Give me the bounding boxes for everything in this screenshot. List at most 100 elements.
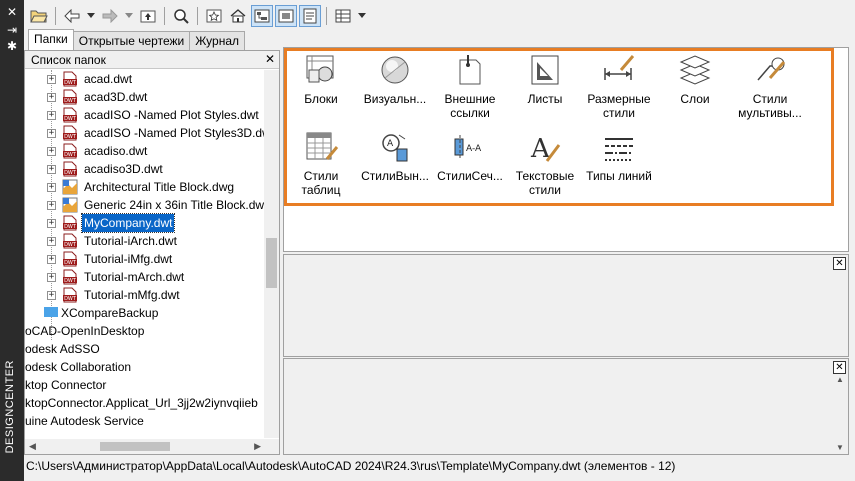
description-scrollbar[interactable]: ▲ ▼	[833, 359, 848, 454]
close-icon[interactable]: ✕	[833, 257, 846, 270]
tree-item[interactable]: + DWT acadISO -Named Plot Styles3D.dwt	[25, 124, 265, 142]
chevron-down-icon[interactable]	[356, 5, 368, 27]
tree-item[interactable]: + DWT acad.dwt	[25, 70, 265, 88]
content-item[interactable]: Размерные стили	[582, 52, 656, 120]
tree-item-label: acadiso3D.dwt	[84, 162, 163, 176]
scroll-left-icon[interactable]: ◀	[29, 439, 36, 454]
dwt-file-icon: DWT	[62, 287, 78, 303]
properties-icon[interactable]: ✱	[0, 38, 24, 54]
tree-item[interactable]: + DWT Tutorial-iArch.dwt	[25, 232, 265, 250]
folder-tree[interactable]: + DWT acad.dwt + DWT acad3D.dwt + DWT acadISO -N…	[25, 70, 265, 438]
tree-item[interactable]: odesk AdSSO	[25, 340, 265, 358]
chevron-down-icon[interactable]	[85, 5, 97, 27]
expand-icon[interactable]: +	[47, 201, 56, 210]
layouts-icon	[527, 52, 563, 88]
tree-item[interactable]: + DWT acad3D.dwt	[25, 88, 265, 106]
tab-history[interactable]: Журнал	[189, 31, 246, 50]
tree-item[interactable]: XCompareBackup	[25, 304, 265, 322]
tree-item[interactable]: + DWT acadiso.dwt	[25, 142, 265, 160]
expand-icon[interactable]: +	[47, 111, 56, 120]
expand-icon[interactable]: +	[47, 273, 56, 282]
content-item[interactable]: Типы линий	[582, 129, 656, 183]
expand-icon[interactable]: +	[47, 93, 56, 102]
content-item-label: Типы линий	[586, 169, 652, 183]
chevron-down-icon[interactable]	[123, 5, 135, 27]
views-icon[interactable]	[332, 5, 354, 27]
expand-icon[interactable]: +	[47, 75, 56, 84]
preview-icon[interactable]	[275, 5, 297, 27]
tree-item[interactable]: oCAD-OpenInDesktop	[25, 322, 265, 340]
tree-item[interactable]: + DWT Tutorial-mMfg.dwt	[25, 286, 265, 304]
dwt-file-icon: DWT	[62, 125, 78, 141]
expand-icon[interactable]: +	[47, 255, 56, 264]
autohide-icon[interactable]: ⇥	[0, 22, 24, 38]
close-icon[interactable]: ✕	[265, 52, 275, 66]
tree-item-label: Generic 24in x 36in Title Block.dwg	[84, 198, 265, 212]
home-icon[interactable]	[227, 5, 249, 27]
description-icon[interactable]	[299, 5, 321, 27]
tree-horizontal-scrollbar[interactable]: ◀ ▶	[25, 439, 265, 454]
content-item[interactable]: Листы	[508, 52, 582, 106]
tab-open-drawings[interactable]: Открытые чертежи	[72, 31, 191, 50]
content-item[interactable]: Стили мультивы...	[733, 52, 807, 120]
tree-item[interactable]: ktop Connector	[25, 376, 265, 394]
dwt-file-icon: DWT	[62, 233, 78, 249]
expand-icon[interactable]: +	[47, 147, 56, 156]
tree-item[interactable]: uine Autodesk Service	[25, 412, 265, 430]
scroll-up-icon[interactable]: ▲	[836, 375, 844, 384]
scroll-down-icon[interactable]: ▼	[836, 443, 844, 452]
dwt-file-icon: DWT	[62, 143, 78, 159]
expand-icon[interactable]: +	[47, 219, 56, 228]
expand-icon[interactable]: +	[47, 129, 56, 138]
content-item[interactable]: Внешние ссылки	[433, 52, 507, 120]
content-item[interactable]: A-A СтилиСеч...	[433, 129, 507, 183]
folder-open-icon[interactable]	[28, 5, 50, 27]
scrollbar-thumb[interactable]	[100, 442, 170, 451]
content-item-label: Слои	[680, 92, 710, 106]
dwg-file-icon	[62, 197, 78, 213]
arrow-right-icon[interactable]	[99, 5, 121, 27]
content-item-label: Листы	[527, 92, 563, 106]
tab-folders[interactable]: Папки	[28, 29, 74, 50]
tree-item[interactable]: + DWT Tutorial-mArch.dwt	[25, 268, 265, 286]
content-item[interactable]: A Текстовые стили	[508, 129, 582, 197]
dwt-file-icon: DWT	[62, 71, 78, 87]
tree-item[interactable]: + Architectural Title Block.dwg	[25, 178, 265, 196]
arrow-left-icon[interactable]	[61, 5, 83, 27]
tree-item[interactable]: + DWT acadiso3D.dwt	[25, 160, 265, 178]
content-item[interactable]: Блоки	[284, 52, 358, 106]
scroll-right-icon[interactable]: ▶	[254, 439, 261, 454]
scrollbar-thumb[interactable]	[266, 238, 277, 288]
svg-text:DWT: DWT	[64, 170, 77, 176]
tree-item[interactable]: + DWT acadISO -Named Plot Styles.dwt	[25, 106, 265, 124]
content-item[interactable]: Визуальн...	[358, 52, 432, 106]
tree-item[interactable]: ktopConnector.Applicat_Url_3jj2w2iynvqii…	[25, 394, 265, 412]
favorites-icon[interactable]	[203, 5, 225, 27]
tree-item[interactable]: + DWT MyCompany.dwt	[25, 213, 265, 233]
svg-text:DWT: DWT	[64, 134, 77, 140]
tree-item-label: ktop Connector	[25, 378, 107, 392]
content-item[interactable]: A СтилиВын...	[358, 129, 432, 183]
content-item-label: СтилиСеч...	[437, 169, 503, 183]
tree-item[interactable]: + DWT Tutorial-iMfg.dwt	[25, 250, 265, 268]
close-icon[interactable]: ✕	[0, 4, 24, 20]
tab-bar: Папки Открытые чертежи Журнал	[28, 29, 246, 50]
tree-vertical-scrollbar[interactable]	[264, 70, 279, 438]
content-item[interactable]: Стили таблиц	[284, 129, 358, 197]
expand-icon[interactable]: +	[47, 291, 56, 300]
scrollbar-corner	[264, 439, 279, 454]
folder-up-icon[interactable]	[137, 5, 159, 27]
expand-icon[interactable]: +	[47, 183, 56, 192]
tree-item[interactable]: + Generic 24in x 36in Title Block.dwg	[25, 196, 265, 214]
layers-icon	[677, 52, 713, 88]
content-item[interactable]: Слои	[658, 52, 732, 106]
expand-icon[interactable]: +	[47, 165, 56, 174]
content-item-label: Внешние ссылки	[444, 92, 496, 120]
tree-item[interactable]: odesk Collaboration	[25, 358, 265, 376]
expand-icon[interactable]: +	[47, 237, 56, 246]
detailviewstyles-icon: A	[377, 129, 413, 165]
svg-text:DWT: DWT	[64, 278, 77, 284]
search-icon[interactable]	[170, 5, 192, 27]
palette-title: DESIGNCENTER	[4, 359, 16, 453]
tree-view-icon[interactable]	[251, 5, 273, 27]
